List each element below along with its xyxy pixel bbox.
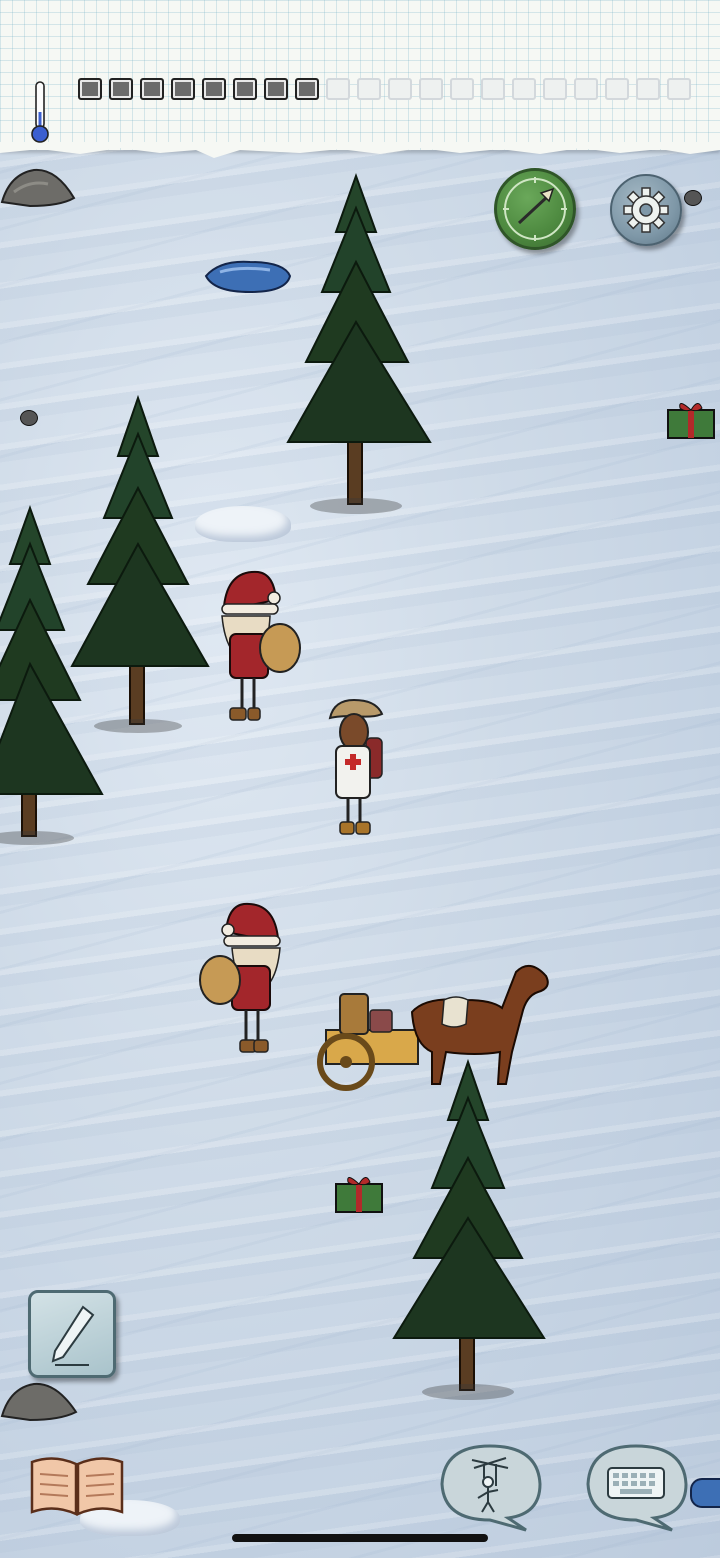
food-pip-empty bbox=[326, 78, 350, 100]
food-pip-filled bbox=[78, 78, 102, 100]
food-pip-empty bbox=[667, 78, 691, 100]
food-pip-filled bbox=[202, 78, 226, 100]
compass-arrow-icon bbox=[503, 177, 567, 241]
keyboard-bubble-icon bbox=[607, 1467, 665, 1499]
santa-character[interactable] bbox=[196, 900, 288, 1062]
gear-icon bbox=[623, 187, 669, 233]
pine-tree[interactable] bbox=[388, 1058, 552, 1404]
pine-tree[interactable] bbox=[278, 172, 438, 520]
thermometer-icon[interactable] bbox=[30, 80, 50, 146]
home-indicator[interactable] bbox=[232, 1534, 488, 1542]
food-meter bbox=[78, 78, 691, 102]
food-pip-empty bbox=[419, 78, 443, 100]
gift-box[interactable] bbox=[666, 398, 716, 440]
food-pip-empty bbox=[357, 78, 381, 100]
pine-tree[interactable] bbox=[0, 504, 110, 848]
horse-cart[interactable] bbox=[316, 952, 556, 1096]
food-pip-filled bbox=[233, 78, 257, 100]
open-book-icon[interactable] bbox=[28, 1452, 126, 1520]
small-stone[interactable] bbox=[684, 190, 702, 206]
santa-character[interactable] bbox=[214, 568, 306, 730]
rock-bottom-left bbox=[0, 1382, 78, 1422]
food-pip-empty bbox=[450, 78, 474, 100]
rock-top-left bbox=[0, 168, 76, 208]
food-pip-filled bbox=[264, 78, 288, 100]
food-pip-empty bbox=[543, 78, 567, 100]
hud-panel bbox=[0, 0, 720, 150]
pencil-note-button[interactable] bbox=[28, 1290, 116, 1378]
emote-button[interactable] bbox=[438, 1442, 544, 1532]
keyboard-button[interactable] bbox=[584, 1442, 690, 1532]
gift-box[interactable] bbox=[334, 1172, 384, 1214]
food-pip-filled bbox=[295, 78, 319, 100]
food-pip-empty bbox=[605, 78, 629, 100]
settings-button[interactable] bbox=[610, 174, 682, 246]
food-pip-empty bbox=[512, 78, 536, 100]
food-pip-empty bbox=[388, 78, 412, 100]
small-stone[interactable] bbox=[20, 410, 38, 426]
ice-hole bbox=[690, 1478, 720, 1508]
home-marker-button[interactable] bbox=[494, 168, 576, 250]
player-character[interactable] bbox=[324, 698, 388, 840]
food-pip-filled bbox=[171, 78, 195, 100]
pencil-icon bbox=[51, 1305, 95, 1366]
food-pip-empty bbox=[574, 78, 598, 100]
food-pip-empty bbox=[636, 78, 660, 100]
food-pip-filled bbox=[109, 78, 133, 100]
food-pip-empty bbox=[481, 78, 505, 100]
torn-edge bbox=[0, 142, 720, 158]
food-pip-filled bbox=[140, 78, 164, 100]
game-world[interactable] bbox=[0, 0, 720, 1558]
